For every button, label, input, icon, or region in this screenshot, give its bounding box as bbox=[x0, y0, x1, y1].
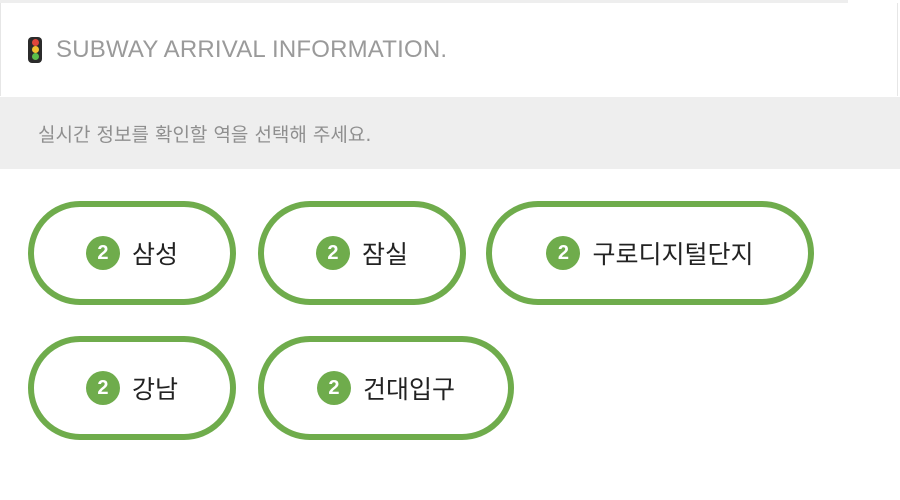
line-2-badge: 2 bbox=[546, 236, 581, 270]
station-name: 삼성 bbox=[131, 240, 178, 269]
station-name: 잠실 bbox=[361, 240, 408, 269]
traffic-light-red-lamp bbox=[31, 38, 39, 46]
line-2-badge: 2 bbox=[315, 236, 350, 270]
station-button-jamsil[interactable]: 2 잠실 bbox=[258, 201, 466, 305]
station-button-samseong[interactable]: 2 삼성 bbox=[28, 201, 236, 305]
traffic-light-yellow-lamp bbox=[31, 46, 39, 53]
page: SUBWAY ARRIVAL INFORMATION. 실시간 정보를 확인할 … bbox=[0, 0, 900, 500]
traffic-light-icon bbox=[28, 36, 42, 63]
app-header: SUBWAY ARRIVAL INFORMATION. bbox=[0, 3, 898, 96]
instruction-text: 실시간 정보를 확인할 역을 선택해 주세요. bbox=[38, 123, 372, 146]
instruction-bar: 실시간 정보를 확인할 역을 선택해 주세요. bbox=[0, 97, 900, 169]
line-2-badge: 2 bbox=[316, 371, 351, 405]
station-name: 구로디지털단지 bbox=[592, 240, 754, 269]
page-title: SUBWAY ARRIVAL INFORMATION. bbox=[56, 35, 448, 63]
station-name: 건대입구 bbox=[362, 375, 455, 404]
line-2-badge: 2 bbox=[85, 371, 120, 405]
station-name: 강남 bbox=[131, 375, 178, 404]
station-button-konkuk-univ[interactable]: 2 건대입구 bbox=[258, 336, 514, 440]
station-button-gangnam[interactable]: 2 강남 bbox=[28, 336, 236, 440]
line-2-badge: 2 bbox=[85, 236, 120, 270]
station-button-guro-digital-complex[interactable]: 2 구로디지털단지 bbox=[486, 201, 814, 305]
traffic-light-green-lamp bbox=[31, 53, 39, 61]
